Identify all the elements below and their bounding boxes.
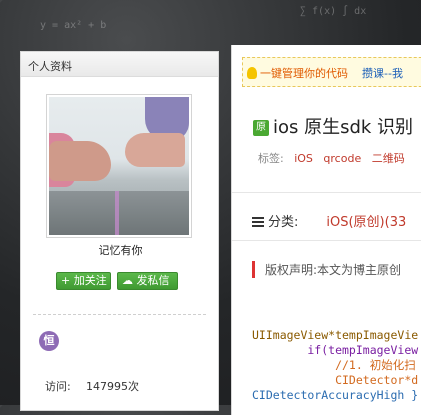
code-line: CIDetector*d xyxy=(252,373,419,387)
lightbulb-icon xyxy=(247,67,257,79)
tag-link[interactable]: iOS xyxy=(294,152,313,165)
medal-icon[interactable]: 恒 xyxy=(39,331,59,351)
profile-panel: 个人资料 记忆有你 + 加关注 ☁ 发私信 恒 访问: 147995次 xyxy=(20,51,219,411)
avatar-image xyxy=(49,97,189,235)
avatar-hand-left xyxy=(49,141,111,181)
follow-button[interactable]: + 加关注 xyxy=(56,272,111,290)
copyright-notice: 版权声明:本文为博主原创 xyxy=(252,261,401,278)
profile-divider xyxy=(33,314,206,315)
category-label: 分类: xyxy=(268,215,299,230)
send-message-label: 发私信 xyxy=(136,274,170,287)
avatar-road xyxy=(49,191,189,235)
avatar-road-line xyxy=(115,191,119,235)
send-message-button[interactable]: ☁ 发私信 xyxy=(117,272,178,290)
avatar[interactable] xyxy=(46,94,192,238)
visits-label: 访问: xyxy=(45,380,71,393)
original-badge: 原 xyxy=(253,120,269,136)
message-icon: ☁ xyxy=(122,274,133,287)
category-link[interactable]: iOS(原创)(33 xyxy=(326,215,406,230)
promo-text[interactable]: 一键管理你的代码 xyxy=(260,67,348,80)
divider xyxy=(232,240,421,241)
tag-link[interactable]: qrcode xyxy=(323,152,361,165)
code-line: UIImageView*tempImageVie xyxy=(252,328,419,342)
divider xyxy=(232,192,421,193)
article-title: ios 原生sdk 识别 xyxy=(273,117,414,138)
tag-link[interactable]: 二维码 xyxy=(372,152,405,165)
visits-value: 147995次 xyxy=(86,380,139,393)
code-line: if(tempImageView xyxy=(252,343,419,357)
code-line: //1. 初始化扫 xyxy=(252,358,416,372)
article-title-row: 原 ios 原生sdk 识别 xyxy=(253,113,413,139)
avatar-hand-right xyxy=(125,133,185,167)
list-icon xyxy=(252,217,264,227)
tags-label: 标签: xyxy=(258,152,284,165)
code-block: UIImageView*tempImageVie if(tempImageVie… xyxy=(252,328,418,403)
profile-nickname[interactable]: 记忆有你 xyxy=(21,242,220,258)
code-line: CIDetectorAccuracyHigh } xyxy=(252,388,419,402)
promo-banner[interactable]: 一键管理你的代码 攒课--我 xyxy=(242,57,421,87)
chalkboard-background: ∑ f(x) ∫ dx y = ax² + b xyxy=(40,6,367,31)
profile-panel-header: 个人资料 xyxy=(21,52,218,77)
article-category: 分类: iOS(原创)(33 xyxy=(252,211,406,230)
article-panel: 一键管理你的代码 攒课--我 原 ios 原生sdk 识别 标签: iOS qrco… xyxy=(231,45,421,415)
article-tags: 标签: iOS qrcode 二维码 xyxy=(258,150,405,166)
promo-link[interactable]: 攒课--我 xyxy=(362,67,403,80)
